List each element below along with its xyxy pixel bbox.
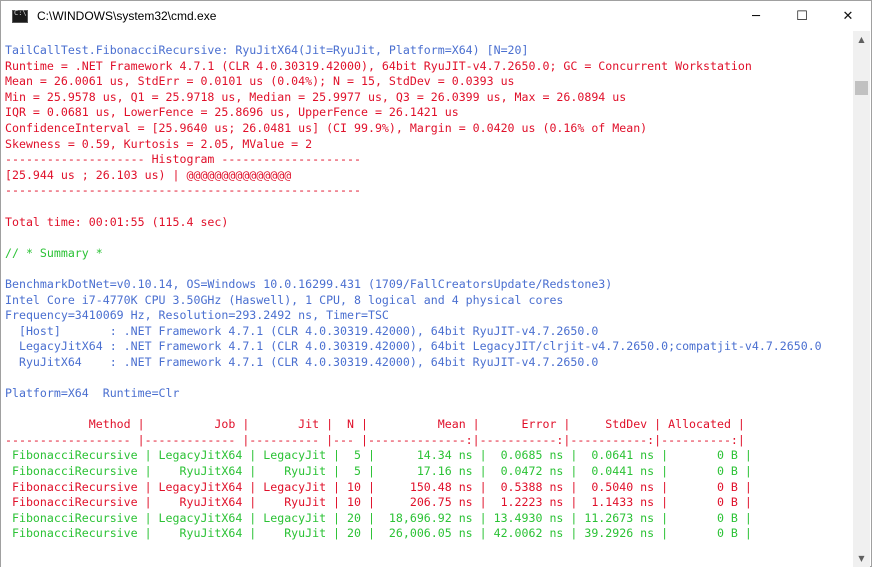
console-line: FibonacciRecursive | LegacyJitX64 | Lega…: [5, 479, 752, 494]
console-line: Mean = 26.0061 us, StdErr = 0.0101 us (0…: [5, 74, 515, 89]
console-line: Skewness = 0.59, Kurtosis = 2.05, MValue…: [5, 136, 313, 151]
console-line: RyuJitX64 : .NET Framework 4.7.1 (CLR 4.…: [5, 354, 599, 369]
console-line: BenchmarkDotNet=v0.10.14, OS=Windows 10.…: [5, 276, 613, 291]
cmd-app-icon[interactable]: [12, 9, 28, 23]
console-line: FibonacciRecursive | RyuJitX64 | RyuJit …: [5, 464, 752, 479]
console-line: ----------------------------------------…: [5, 183, 361, 198]
console-line: ------------------ |------------- |-----…: [5, 432, 745, 447]
console-line: Runtime = .NET Framework 4.7.1 (CLR 4.0.…: [5, 58, 752, 73]
console-line: TailCallTest.FibonacciRecursive: RyuJitX…: [5, 43, 529, 57]
title-bar[interactable]: C:\WINDOWS\system32\cmd.exe ─ ☐ ✕: [1, 1, 871, 31]
scroll-down-arrow-icon[interactable]: ▼: [853, 550, 870, 567]
console-line: [Host] : .NET Framework 4.7.1 (CLR 4.0.3…: [5, 323, 599, 338]
console-line: IQR = 0.0681 us, LowerFence = 25.8696 us…: [5, 105, 459, 120]
console-line: FibonacciRecursive | RyuJitX64 | RyuJit …: [5, 526, 752, 541]
console-line: Min = 25.9578 us, Q1 = 25.9718 us, Media…: [5, 89, 627, 104]
window-controls: ─ ☐ ✕: [733, 1, 871, 31]
console-line: FibonacciRecursive | RyuJitX64 | RyuJit …: [5, 495, 752, 510]
console-line: ConfidenceInterval = [25.9640 us; 26.048…: [5, 120, 648, 135]
scroll-up-arrow-icon[interactable]: ▲: [853, 31, 870, 48]
console-line: [25.944 us ; 26.103 us) | @@@@@@@@@@@@@@…: [5, 167, 292, 182]
console-line: -------------------- Histogram ---------…: [5, 152, 361, 167]
console-line: LegacyJitX64 : .NET Framework 4.7.1 (CLR…: [5, 339, 822, 354]
console-line: Intel Core i7-4770K CPU 3.50GHz (Haswell…: [5, 292, 564, 307]
console-line: Method | Job | Jit | N | Mean | Error | …: [5, 417, 745, 432]
console-line: FibonacciRecursive | LegacyJitX64 | Lega…: [5, 510, 752, 525]
console-lines: TailCallTest.FibonacciRecursive: RyuJitX…: [5, 43, 822, 542]
minimize-button[interactable]: ─: [733, 1, 779, 31]
console-output[interactable]: TailCallTest.FibonacciRecursive: RyuJitX…: [1, 31, 854, 567]
cmd-window: C:\WINDOWS\system32\cmd.exe ─ ☐ ✕ TailCa…: [0, 0, 872, 567]
scroll-thumb[interactable]: [855, 81, 868, 95]
vertical-scrollbar[interactable]: ▲ ▼: [853, 31, 870, 567]
console-line: Total time: 00:01:55 (115.4 sec): [5, 214, 229, 229]
maximize-button[interactable]: ☐: [779, 1, 825, 31]
console-line: Frequency=3410069 Hz, Resolution=293.249…: [5, 308, 389, 323]
console-line: // * Summary *: [5, 245, 103, 260]
console-line: FibonacciRecursive | LegacyJitX64 | Lega…: [5, 448, 752, 463]
close-button[interactable]: ✕: [825, 1, 871, 31]
window-title: C:\WINDOWS\system32\cmd.exe: [37, 9, 217, 23]
console-line: Platform=X64 Runtime=Clr: [5, 386, 180, 401]
